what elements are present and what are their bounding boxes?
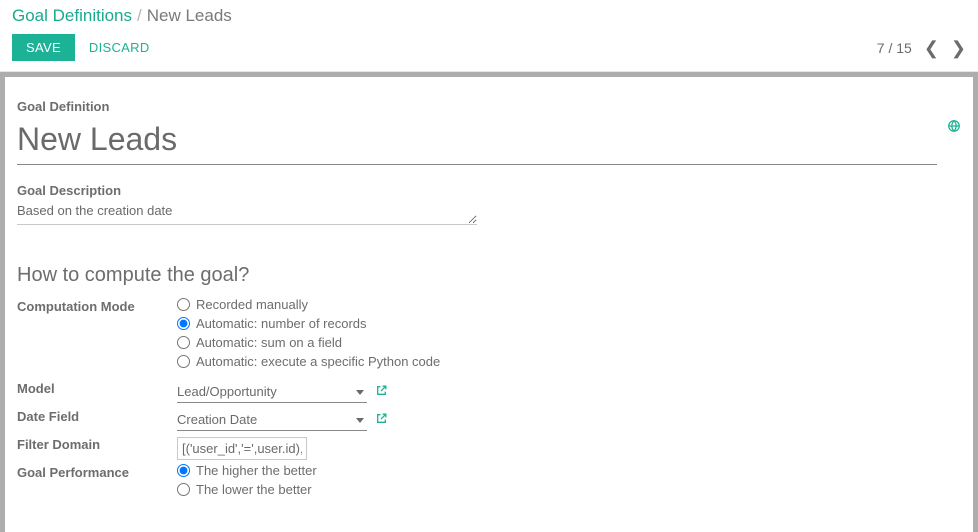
goal-performance-label: Goal Performance xyxy=(17,463,177,480)
goal-performance-radio[interactable] xyxy=(177,483,190,496)
computation-mode-label: Computation Mode xyxy=(17,297,177,314)
computation-mode-radio[interactable] xyxy=(177,317,190,330)
computation-mode-option-label: Recorded manually xyxy=(196,297,308,312)
goal-description-label: Goal Description xyxy=(17,183,477,198)
computation-mode-option-label: Automatic: number of records xyxy=(196,316,367,331)
goal-definition-label: Goal Definition xyxy=(17,99,961,114)
goal-performance-option-label: The higher the better xyxy=(196,463,317,478)
compute-section-title: How to compute the goal? xyxy=(17,264,961,287)
goal-performance-option[interactable]: The lower the better xyxy=(177,482,961,497)
pager-next-icon[interactable]: ❯ xyxy=(951,39,966,57)
breadcrumb: Goal Definitions / New Leads xyxy=(12,6,966,26)
model-label: Model xyxy=(17,379,177,396)
external-link-icon[interactable] xyxy=(375,384,388,400)
model-select[interactable]: Lead/Opportunity xyxy=(177,382,367,403)
filter-domain-input[interactable] xyxy=(177,437,307,460)
breadcrumb-separator: / xyxy=(137,6,142,25)
date-field-label: Date Field xyxy=(17,407,177,424)
computation-mode-option[interactable]: Automatic: number of records xyxy=(177,316,961,331)
computation-mode-option[interactable]: Automatic: execute a specific Python cod… xyxy=(177,354,961,369)
globe-icon[interactable] xyxy=(947,119,961,136)
goal-description-input[interactable]: Based on the creation date xyxy=(17,201,477,225)
computation-mode-radio[interactable] xyxy=(177,298,190,311)
filter-domain-label: Filter Domain xyxy=(17,435,177,452)
external-link-icon[interactable] xyxy=(375,412,388,428)
computation-mode-option[interactable]: Automatic: sum on a field xyxy=(177,335,961,350)
computation-mode-option-label: Automatic: execute a specific Python cod… xyxy=(196,354,440,369)
goal-performance-option-label: The lower the better xyxy=(196,482,312,497)
pager-count: 7 / 15 xyxy=(877,40,912,56)
save-button[interactable]: SAVE xyxy=(12,34,75,61)
breadcrumb-current: New Leads xyxy=(147,6,232,25)
computation-mode-radio[interactable] xyxy=(177,336,190,349)
goal-performance-option[interactable]: The higher the better xyxy=(177,463,961,478)
computation-mode-option-label: Automatic: sum on a field xyxy=(196,335,342,350)
discard-button[interactable]: DISCARD xyxy=(89,40,150,55)
breadcrumb-parent-link[interactable]: Goal Definitions xyxy=(12,6,132,25)
pager: 7 / 15 ❮ ❯ xyxy=(877,39,966,57)
computation-mode-radio[interactable] xyxy=(177,355,190,368)
computation-mode-option[interactable]: Recorded manually xyxy=(177,297,961,312)
goal-title-input[interactable] xyxy=(17,119,937,165)
date-field-select[interactable]: Creation Date xyxy=(177,410,367,431)
pager-prev-icon[interactable]: ❮ xyxy=(924,39,939,57)
goal-performance-radio[interactable] xyxy=(177,464,190,477)
